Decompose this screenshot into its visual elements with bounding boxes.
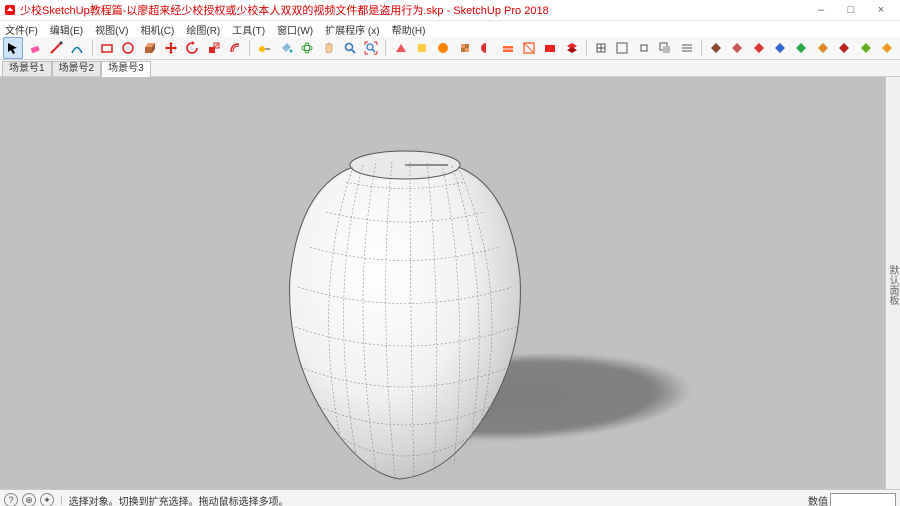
view-front-icon[interactable] xyxy=(634,37,654,59)
scale-tool-icon[interactable] xyxy=(203,37,223,59)
status-hint: 选择对象。切换到扩充选择。拖动鼠标选择多项。 xyxy=(69,493,289,506)
plugin-diamond-8-icon[interactable] xyxy=(855,37,875,59)
window-close-button[interactable]: × xyxy=(866,0,896,20)
menu-help[interactable]: 帮助(H) xyxy=(389,22,429,37)
window-maximize-button[interactable]: □ xyxy=(836,0,866,20)
shadows-icon[interactable] xyxy=(655,37,675,59)
plugin-diamond-2-icon[interactable] xyxy=(727,37,747,59)
status-separator: | xyxy=(60,495,63,506)
model-canvas xyxy=(0,77,885,489)
rotate-tool-icon[interactable] xyxy=(182,37,202,59)
menu-edit[interactable]: 编辑(E) xyxy=(47,22,86,37)
toolbar-separator xyxy=(249,40,250,56)
plugin-diamond-6-icon[interactable] xyxy=(813,37,833,59)
menu-camera[interactable]: 相机(C) xyxy=(137,22,177,37)
arc-tool-icon[interactable] xyxy=(67,37,87,59)
layers-icon[interactable] xyxy=(562,37,582,59)
scene-tab-1[interactable]: 场景号1 xyxy=(2,61,52,77)
measurements-input[interactable] xyxy=(830,493,896,506)
tray-default-tab[interactable]: 默认面板 xyxy=(885,261,900,309)
menu-file[interactable]: 文件(F) xyxy=(2,22,41,37)
move-tool-icon[interactable] xyxy=(161,37,181,59)
section-plane-icon[interactable] xyxy=(497,37,517,59)
view-iso-icon[interactable] xyxy=(591,37,611,59)
menu-tools[interactable]: 工具(T) xyxy=(229,22,268,37)
section-fill-icon[interactable] xyxy=(540,37,560,59)
rectangle-tool-icon[interactable] xyxy=(96,37,116,59)
app-icon xyxy=(4,4,16,16)
tape-measure-icon[interactable] xyxy=(254,37,274,59)
plugin-diamond-7-icon[interactable] xyxy=(834,37,854,59)
menu-ext[interactable]: 扩展程序 (x) xyxy=(322,22,382,37)
orbit-tool-icon[interactable] xyxy=(297,37,317,59)
style-mono-icon[interactable] xyxy=(476,37,496,59)
title-bar: 少校SketchUp教程篇-以廖超来经少校授权或少校本人双双的视频文件都是盗用行… xyxy=(0,0,900,21)
eraser-tool-icon[interactable] xyxy=(24,37,44,59)
paint-bucket-icon[interactable] xyxy=(276,37,296,59)
plugin-diamond-3-icon[interactable] xyxy=(749,37,769,59)
window-title: 少校SketchUp教程篇-以廖超来经少校授权或少校本人双双的视频文件都是盗用行… xyxy=(20,2,806,18)
style-wire-icon[interactable] xyxy=(412,37,432,59)
style-hidden-icon[interactable] xyxy=(390,37,410,59)
status-geoloc-icon[interactable]: ⊕ xyxy=(22,493,36,506)
view-top-icon[interactable] xyxy=(612,37,632,59)
line-tool-icon[interactable] xyxy=(46,37,66,59)
status-credits-icon[interactable]: ✦ xyxy=(40,493,54,506)
zoom-tool-icon[interactable] xyxy=(340,37,360,59)
section-cut-icon[interactable] xyxy=(519,37,539,59)
viewport[interactable] xyxy=(0,77,885,489)
main-toolbar xyxy=(0,37,900,60)
tray-panel: 默认面板 xyxy=(885,77,900,489)
scene-tab-2[interactable]: 场景号2 xyxy=(52,61,102,77)
plugin-diamond-9-icon[interactable] xyxy=(877,37,897,59)
plugin-diamond-1-icon[interactable] xyxy=(706,37,726,59)
menu-window[interactable]: 窗口(W) xyxy=(274,22,316,37)
plugin-diamond-5-icon[interactable] xyxy=(791,37,811,59)
style-tex-icon[interactable] xyxy=(455,37,475,59)
circle-tool-icon[interactable] xyxy=(118,37,138,59)
scene-tabstrip: 场景号1 场景号2 场景号3 xyxy=(0,60,900,77)
menu-view[interactable]: 视图(V) xyxy=(92,22,131,37)
menu-draw[interactable]: 绘图(R) xyxy=(183,22,223,37)
workspace: 默认面板 xyxy=(0,77,900,489)
toolbar-separator xyxy=(586,40,587,56)
toolbar-separator xyxy=(92,40,93,56)
pan-tool-icon[interactable] xyxy=(318,37,338,59)
toolbar-separator xyxy=(701,40,702,56)
zoom-extents-icon[interactable] xyxy=(361,37,381,59)
window-minimize-button[interactable]: – xyxy=(806,0,836,20)
pushpull-tool-icon[interactable] xyxy=(139,37,159,59)
style-shaded-icon[interactable] xyxy=(433,37,453,59)
measurements-label: 数值 xyxy=(808,493,828,506)
outliner-icon[interactable] xyxy=(676,37,696,59)
select-tool-icon[interactable] xyxy=(3,37,23,59)
offset-tool-icon[interactable] xyxy=(225,37,245,59)
status-help-icon[interactable]: ? xyxy=(4,493,18,506)
toolbar-separator xyxy=(385,40,386,56)
scene-tab-3[interactable]: 场景号3 xyxy=(101,61,151,77)
plugin-diamond-4-icon[interactable] xyxy=(770,37,790,59)
menu-bar: 文件(F) 编辑(E) 视图(V) 相机(C) 绘图(R) 工具(T) 窗口(W… xyxy=(0,21,900,37)
status-bar: ? ⊕ ✦ | 选择对象。切换到扩充选择。拖动鼠标选择多项。 数值 xyxy=(0,489,900,506)
